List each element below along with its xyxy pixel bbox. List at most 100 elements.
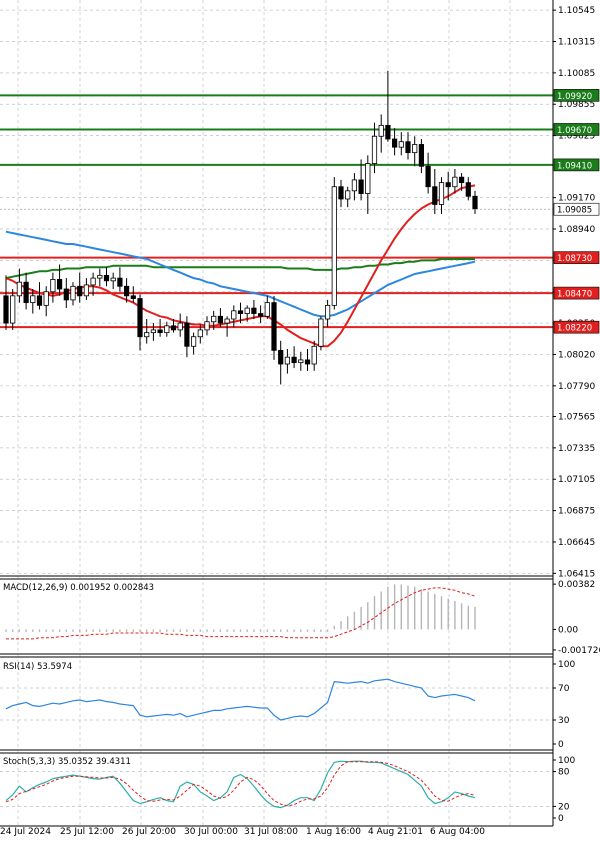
indicator-panels: MACD(12,26,9) 0.001952 0.002843 RSI(14) 5… [0, 583, 553, 809]
candle-bear [465, 182, 471, 197]
green-level-tag: 1.09920 [557, 92, 592, 102]
candle-bull [231, 310, 237, 320]
x-tick-label: 31 Jul 08:00 [244, 827, 298, 837]
candle-bear [304, 359, 311, 365]
candle-bull [97, 274, 103, 279]
candle-bear [391, 138, 398, 148]
x-tick-label: 24 Jul 2024 [0, 827, 51, 837]
candle-bull [211, 315, 217, 323]
candle-bull [311, 345, 317, 365]
candles [3, 70, 478, 385]
y-tick-label: 1.09170 [558, 194, 595, 204]
y-tick-label: 1.10315 [558, 38, 595, 48]
candle-bear [472, 195, 478, 209]
candle-bull [365, 163, 371, 194]
candle-bull [452, 176, 458, 188]
candle-bull [345, 190, 351, 200]
candle-bear [237, 310, 244, 314]
x-tick-label: 1 Aug 16:00 [306, 827, 361, 837]
candle-bear [63, 288, 69, 301]
green-level-tag: 1.09410 [557, 161, 592, 171]
y-tick-label: 1.07105 [558, 475, 595, 485]
rsi-y-label: 30 [558, 716, 570, 726]
x-tick-label: 6 Aug 04:00 [430, 827, 485, 837]
candle-bear [130, 295, 136, 299]
candle-bull [164, 325, 170, 334]
candle-bear [291, 356, 297, 364]
candle-bear [405, 141, 411, 154]
candle-bear [124, 285, 130, 297]
stoch-k-line [5, 760, 476, 809]
y-tick-label: 1.08940 [558, 225, 595, 235]
candle-bear [3, 295, 9, 324]
candle-bull [331, 186, 337, 306]
candle-bull [438, 182, 445, 205]
candle-bear [170, 325, 177, 331]
stoch-y-label: 100 [558, 756, 575, 766]
macd-y-label: -0.001726 [558, 646, 600, 656]
candle-bear [36, 295, 43, 306]
candle-bull [144, 332, 150, 338]
y-tick-label: 1.06645 [558, 538, 595, 548]
rsi-y-label: 70 [558, 684, 570, 694]
candle-bull [83, 284, 89, 297]
candle-bull [16, 281, 23, 297]
candle-bull [30, 295, 36, 304]
candle-bull [324, 304, 331, 320]
y-tick-label: 1.07335 [558, 444, 595, 454]
candle-bull [398, 141, 404, 148]
red-level-tag: 1.08220 [557, 324, 592, 334]
candle-bear [257, 313, 264, 317]
rsi-line [5, 678, 476, 721]
candle-bull [70, 285, 76, 301]
candle-bear [137, 298, 143, 338]
y-tick-label: 1.06875 [558, 507, 595, 517]
candle-bear [23, 281, 29, 304]
candle-bull [371, 135, 378, 164]
rsi-label: RSI(14) 53.5974 [3, 662, 72, 672]
grid-lines [0, 0, 553, 826]
candle-bear [358, 179, 364, 194]
stoch-label: Stoch(5,3,3) 35.0352 39.4311 [3, 757, 131, 767]
candle-bear [117, 277, 123, 287]
candle-bear [103, 274, 110, 282]
stoch-y-label: 80 [558, 768, 570, 778]
candle-bear [338, 186, 344, 200]
candle-bull [378, 124, 384, 137]
candle-bull [110, 277, 116, 282]
candle-bear [425, 165, 431, 188]
candle-bull [177, 322, 183, 331]
x-tick-label: 4 Aug 21:01 [368, 827, 423, 837]
stoch-y-label: 20 [558, 802, 570, 812]
candle-bull [197, 329, 203, 338]
candle-bear [271, 302, 277, 351]
y-tick-label: 1.07565 [558, 413, 595, 423]
candle-bull [150, 329, 156, 334]
candle-bear [251, 307, 257, 314]
candle-bull [244, 307, 250, 314]
candle-bear [77, 285, 83, 297]
candle-bull [298, 359, 304, 364]
stoch-y-label: 0 [558, 814, 564, 824]
candle-bull [10, 295, 16, 324]
candle-bear [217, 315, 223, 324]
candle-bear [445, 182, 451, 188]
candle-bull [43, 291, 49, 306]
candle-bear [418, 144, 425, 167]
candle-bear [184, 322, 190, 347]
horizontal-levels [0, 94, 553, 329]
macd-label: MACD(12,26,9) 0.001952 0.002843 [3, 583, 154, 593]
candle-bull [351, 179, 358, 192]
macd-y-label: 0.00 [558, 625, 578, 635]
candle-bull [204, 321, 210, 331]
stoch-d-line [5, 761, 476, 807]
y-tick-label: 1.07790 [558, 382, 595, 392]
candle-bull [412, 144, 418, 154]
trading-chart: MACD(12,26,9) 0.001952 0.002843 RSI(14) 5… [0, 0, 600, 837]
candle-bull [284, 356, 291, 365]
y-tick-label: 1.10085 [558, 69, 595, 79]
candle-bear [57, 279, 63, 290]
current-price-tag: 1.09085 [557, 206, 592, 216]
x-tick-label: 30 Jul 00:00 [184, 827, 238, 837]
price-tags: 1.09920 1.09670 1.09410 1.08730 1.08470 1.082… [553, 89, 600, 334]
